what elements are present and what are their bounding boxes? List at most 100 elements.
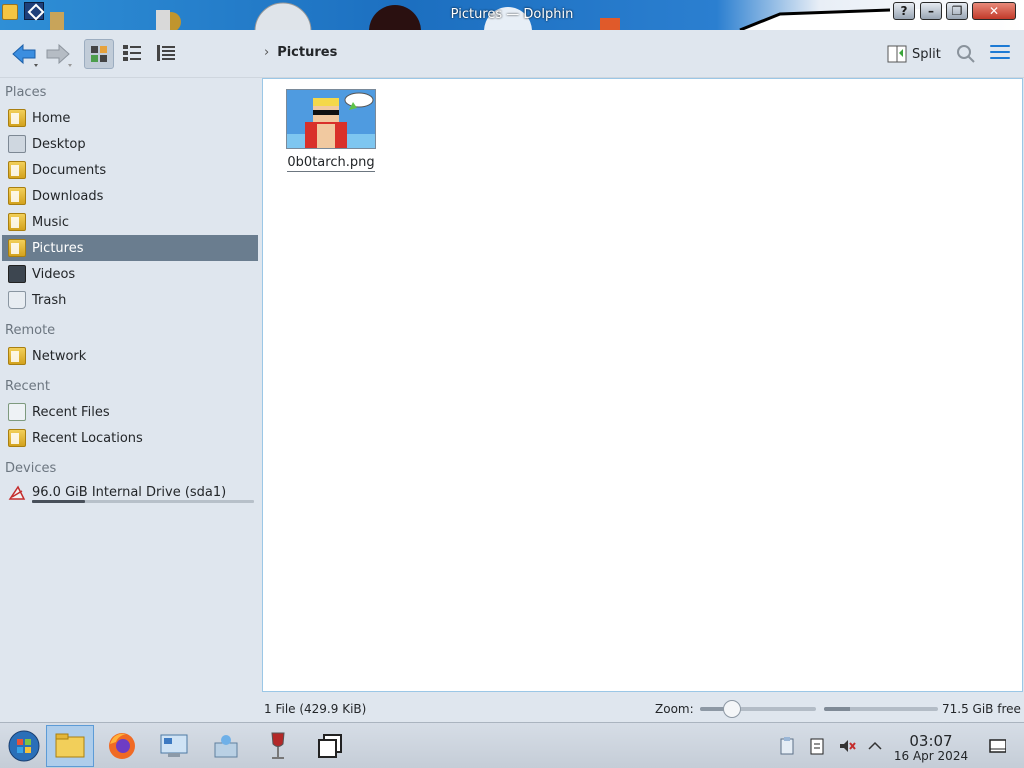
pictures-folder-icon bbox=[8, 239, 26, 257]
documents-folder-icon bbox=[8, 161, 26, 179]
sidebar-item-label: Recent Files bbox=[32, 404, 110, 420]
recent-locations-icon bbox=[8, 429, 26, 447]
window-switcher-icon bbox=[318, 734, 342, 758]
clock-time[interactable]: 03:07 bbox=[895, 732, 967, 750]
recent-files-icon bbox=[8, 403, 26, 421]
arrow-right-icon bbox=[46, 43, 72, 67]
software-center-icon bbox=[214, 735, 238, 758]
network-folder-icon bbox=[8, 347, 26, 365]
sidebar-item-recent-locations[interactable]: Recent Locations bbox=[2, 425, 258, 451]
show-desktop-icon[interactable] bbox=[988, 737, 1006, 755]
sidebar-item-music[interactable]: Music bbox=[2, 209, 258, 235]
taskbar-window-switcher[interactable] bbox=[306, 725, 354, 767]
help-button[interactable]: ? bbox=[893, 2, 915, 20]
sidebar-item-network[interactable]: Network bbox=[2, 343, 258, 369]
taskbar: 03:07 16 Apr 2024 bbox=[0, 722, 1024, 768]
file-item[interactable]: 0b0tarch.png bbox=[283, 89, 379, 172]
sidebar-item-label: 96.0 GiB Internal Drive (sda1) bbox=[32, 484, 227, 500]
file-view[interactable]: 0b0tarch.png bbox=[262, 78, 1023, 692]
window-title: Pictures — Dolphin bbox=[450, 7, 574, 22]
sidebar-item-label: Network bbox=[32, 348, 87, 364]
image-thumbnail-art bbox=[287, 90, 375, 148]
places-panel: Places Home Desktop Documents Downloads … bbox=[0, 79, 262, 719]
sidebar-item-home[interactable]: Home bbox=[2, 105, 258, 131]
taskbar-firefox[interactable] bbox=[98, 725, 146, 767]
zoom-label: Zoom: bbox=[655, 702, 694, 716]
start-menu-icon bbox=[8, 730, 40, 762]
toolbar: › Pictures Split bbox=[0, 30, 1024, 78]
sidebar-item-label: Desktop bbox=[32, 136, 86, 152]
sidebar-item-pictures[interactable]: Pictures bbox=[2, 235, 258, 261]
zoom-slider-handle[interactable] bbox=[723, 700, 742, 718]
section-title-places: Places bbox=[5, 85, 47, 100]
taskbar-software-center[interactable] bbox=[202, 725, 250, 767]
wine-icon bbox=[271, 732, 285, 759]
system-settings-icon bbox=[160, 734, 188, 757]
back-button[interactable] bbox=[10, 40, 38, 68]
sidebar-item-label: Home bbox=[32, 110, 71, 126]
hard-drive-icon bbox=[8, 485, 26, 500]
volume-muted-icon[interactable] bbox=[838, 737, 856, 755]
split-label: Split bbox=[912, 46, 941, 62]
split-view-icon bbox=[887, 45, 907, 63]
compact-view-button[interactable] bbox=[118, 39, 148, 69]
clock-date[interactable]: 16 Apr 2024 bbox=[890, 749, 972, 763]
taskbar-wine[interactable] bbox=[254, 725, 302, 767]
downloads-folder-icon bbox=[8, 187, 26, 205]
maximize-button[interactable]: ❐ bbox=[946, 2, 968, 20]
sidebar-item-desktop[interactable]: Desktop bbox=[2, 131, 258, 157]
title-bar[interactable]: Pictures — Dolphin ? – ❐ ✕ bbox=[0, 0, 1024, 30]
desktop-folder-icon bbox=[8, 135, 26, 153]
sidebar-item-label: Trash bbox=[32, 292, 67, 308]
section-title-remote: Remote bbox=[5, 323, 56, 338]
section-title-devices: Devices bbox=[5, 461, 57, 476]
icons-view-icon bbox=[91, 46, 107, 62]
music-folder-icon bbox=[8, 213, 26, 231]
file-manager-icon bbox=[55, 733, 85, 758]
search-icon bbox=[957, 45, 975, 63]
sidebar-item-trash[interactable]: Trash bbox=[2, 287, 258, 313]
details-view-icon bbox=[157, 45, 175, 61]
sidebar-item-label: Downloads bbox=[32, 188, 104, 204]
chevron-up-icon[interactable] bbox=[866, 737, 884, 755]
clipboard-icon[interactable] bbox=[778, 737, 796, 755]
drive-usage-bar bbox=[32, 500, 254, 503]
sidebar-item-videos[interactable]: Videos bbox=[2, 261, 258, 287]
breadcrumb: › Pictures bbox=[264, 45, 337, 60]
image-thumbnail bbox=[286, 89, 376, 149]
free-space-text: 71.5 GiB free bbox=[942, 702, 1021, 716]
icons-view-button[interactable] bbox=[84, 39, 114, 69]
disk-space-fill bbox=[824, 707, 851, 711]
hamburger-icon-line bbox=[990, 57, 1010, 59]
arrow-left-icon bbox=[12, 43, 38, 67]
start-menu-button[interactable] bbox=[0, 725, 48, 767]
trash-icon bbox=[8, 291, 26, 309]
hamburger-menu-button[interactable] bbox=[990, 45, 1010, 63]
notes-icon[interactable] bbox=[808, 737, 826, 755]
sidebar-item-downloads[interactable]: Downloads bbox=[2, 183, 258, 209]
section-title-recent: Recent bbox=[5, 379, 50, 394]
sidebar-item-documents[interactable]: Documents bbox=[2, 157, 258, 183]
split-button[interactable]: Split bbox=[886, 42, 941, 66]
minimize-button[interactable]: – bbox=[920, 2, 942, 20]
close-button[interactable]: ✕ bbox=[972, 2, 1016, 20]
firefox-icon bbox=[109, 733, 135, 759]
status-summary: 1 File (429.9 KiB) bbox=[264, 702, 367, 716]
sidebar-item-recent-files[interactable]: Recent Files bbox=[2, 399, 258, 425]
disk-space-bar bbox=[824, 707, 938, 711]
status-bar: 1 File (429.9 KiB) Zoom: 71.5 GiB free bbox=[0, 697, 1024, 721]
details-view-button[interactable] bbox=[152, 39, 182, 69]
forward-button[interactable] bbox=[44, 40, 72, 68]
zoom-slider[interactable] bbox=[700, 700, 816, 718]
breadcrumb-pictures[interactable]: Pictures bbox=[277, 45, 337, 60]
file-name: 0b0tarch.png bbox=[287, 155, 375, 172]
home-folder-icon bbox=[8, 109, 26, 127]
taskbar-dolphin[interactable] bbox=[46, 725, 94, 767]
videos-folder-icon bbox=[8, 265, 26, 283]
taskbar-settings[interactable] bbox=[150, 725, 198, 767]
compact-view-icon bbox=[123, 45, 141, 61]
chevron-right-icon[interactable]: › bbox=[264, 45, 269, 60]
sidebar-item-label: Pictures bbox=[32, 240, 84, 256]
sidebar-item-label: Videos bbox=[32, 266, 76, 282]
search-button[interactable] bbox=[955, 43, 977, 65]
